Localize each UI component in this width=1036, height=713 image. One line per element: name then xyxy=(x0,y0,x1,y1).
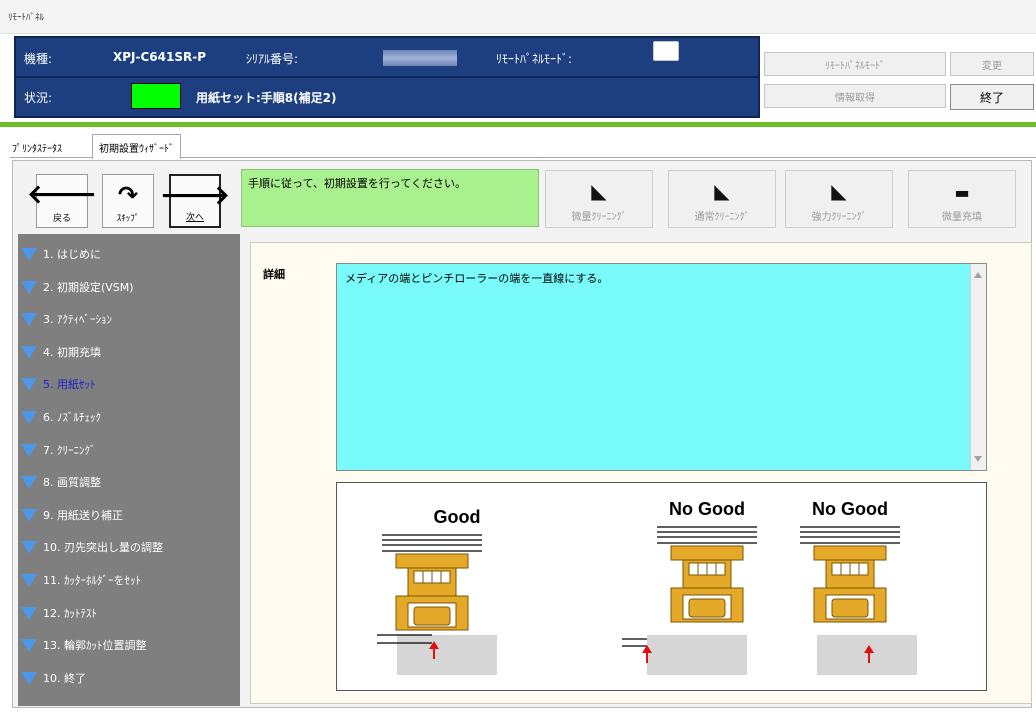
detail-scrollbar[interactable] xyxy=(970,264,986,470)
wizard-step-item[interactable]: 10. 終了 xyxy=(18,664,240,694)
wizard-step-label: 3. ｱｸﾃｨﾍﾞｰｼｮﾝ xyxy=(43,313,112,327)
arrow-left-icon: 🡐 xyxy=(27,180,97,210)
wizard-step-label: 5. 用紙ｾｯﾄ xyxy=(43,378,96,392)
micro-fill-button[interactable]: ▬ 微量充填 xyxy=(908,170,1016,228)
cleaning-wiper-icon: ◣ xyxy=(591,179,607,203)
status-label: 状況: xyxy=(24,91,53,105)
no-good-label-2: No Good xyxy=(812,499,888,519)
remote-panel-mode-button[interactable]: ﾘﾓｰﾄﾊﾟﾈﾙﾓｰﾄﾞ xyxy=(764,52,946,76)
micro-fill-label: 微量充填 xyxy=(942,212,982,223)
arrow-right-icon: 🡒 xyxy=(160,181,230,211)
skip-button-label: ｽｷｯﾌﾟ xyxy=(116,214,140,224)
wizard-step-item[interactable]: 4. 初期充填 xyxy=(18,338,240,368)
wizard-step-item[interactable]: 6. ﾉｽﾞﾙﾁｪｯｸ xyxy=(18,403,240,433)
wizard-step-label: 10. 刃先突出し量の調整 xyxy=(43,541,163,555)
no-good-label-1: No Good xyxy=(669,499,745,519)
wizard-step-item[interactable]: 13. 輪郭ｶｯﾄ位置調整 xyxy=(18,631,240,661)
cleaning-wiper-icon: ◣ xyxy=(831,179,847,203)
instruction-message: 手順に従って、初期設置を行ってください。 xyxy=(241,169,539,227)
model-value: XPJ-C641SR-P xyxy=(113,50,207,64)
cleaning-wiper-icon: ◣ xyxy=(714,179,730,203)
detail-text: メディアの端とピンチローラーの端を一直線にする。 xyxy=(345,272,609,285)
printer-info-panel: 機種: XPJ-C641SR-P ｼﾘｱﾙ番号: ﾘﾓｰﾄﾊﾟﾈﾙﾓｰﾄﾞ: 状… xyxy=(14,36,760,118)
triangle-down-icon xyxy=(21,411,37,424)
triangle-down-icon xyxy=(21,508,37,522)
detail-textbox[interactable]: メディアの端とピンチローラーの端を一直線にする。 xyxy=(336,263,987,471)
wizard-step-label: 12. ｶｯﾄﾃｽﾄ xyxy=(43,606,97,620)
skip-button[interactable]: ↷ ｽｷｯﾌﾟ xyxy=(102,174,154,228)
exit-button[interactable]: 終了 xyxy=(950,84,1034,110)
get-info-button[interactable]: 情報取得 xyxy=(764,84,946,108)
tab-setup-wizard[interactable]: 初期設置ｳｨｻﾞｰﾄﾞ xyxy=(92,134,181,159)
micro-cleaning-button[interactable]: ◣ 微量ｸﾘｰﾆﾝｸﾞ xyxy=(545,170,653,228)
wizard-step-item[interactable]: 7. ｸﾘｰﾆﾝｸﾞ xyxy=(18,436,240,466)
triangle-down-icon xyxy=(21,345,37,359)
window-title: ﾘﾓｰﾄﾊﾟﾈﾙ xyxy=(8,13,45,23)
wizard-step-list: 1. はじめに 2. 初期設定(VSM) 3. ｱｸﾃｨﾍﾞｰｼｮﾝ 4. 初期充填 5… xyxy=(18,234,240,706)
triangle-down-icon xyxy=(21,671,37,685)
wizard-step-label: 11. ｶｯﾀｰﾎﾙﾀﾞｰをｾｯﾄ xyxy=(43,574,141,587)
redo-arrow-icon: ↷ xyxy=(117,181,139,209)
wizard-step-label: 13. 輪郭ｶｯﾄ位置調整 xyxy=(43,639,147,653)
serial-label: ｼﾘｱﾙ番号: xyxy=(246,52,299,66)
wizard-step-label: 9. 用紙送り補正 xyxy=(43,508,123,522)
triangle-down-icon xyxy=(21,378,37,392)
ink-fill-icon: ▬ xyxy=(954,183,970,202)
triangle-down-icon xyxy=(21,606,37,620)
next-button[interactable]: 🡒 次へ xyxy=(160,174,230,228)
scroll-down-icon[interactable] xyxy=(974,456,982,462)
back-button-label: 戻る xyxy=(52,214,71,224)
wizard-step-label: 6. ﾉｽﾞﾙﾁｪｯｸ xyxy=(43,411,101,424)
model-label: 機種: xyxy=(24,52,53,66)
wizard-step-item[interactable]: 2. 初期設定(VSM) xyxy=(18,273,240,303)
scroll-up-icon[interactable] xyxy=(974,272,982,278)
wizard-step-item[interactable]: 9. 用紙送り補正 xyxy=(18,501,240,531)
wizard-step-item[interactable]: 10. 刃先突出し量の調整 xyxy=(18,533,240,563)
micro-cleaning-label: 微量ｸﾘｰﾆﾝｸﾞ xyxy=(571,212,627,223)
wizard-step-label: 8. 画質調整 xyxy=(43,476,101,490)
header-divider xyxy=(0,122,1036,127)
triangle-down-icon xyxy=(21,574,37,587)
wizard-step-label: 10. 終了 xyxy=(43,671,86,685)
good-label: Good xyxy=(434,507,481,527)
detail-label: 詳細 xyxy=(263,268,285,281)
strong-cleaning-button[interactable]: ◣ 強力ｸﾘｰﾆﾝｸﾞ xyxy=(785,170,893,228)
triangle-down-icon xyxy=(21,541,37,555)
triangle-down-icon xyxy=(21,280,37,294)
strong-cleaning-label: 強力ｸﾘｰﾆﾝｸﾞ xyxy=(811,212,867,223)
wizard-step-label: 4. 初期充填 xyxy=(43,345,101,359)
status-value: 用紙セット:手順8(補足2) xyxy=(196,91,337,105)
status-lamp xyxy=(131,83,181,109)
triangle-down-icon xyxy=(21,248,37,261)
normal-cleaning-button[interactable]: ◣ 通常ｸﾘｰﾆﾝｸﾞ xyxy=(668,170,776,228)
wizard-step-item[interactable]: 5. 用紙ｾｯﾄ xyxy=(18,370,240,400)
title-bar: ﾘﾓｰﾄﾊﾟﾈﾙ xyxy=(0,0,1036,34)
wizard-step-item[interactable]: 1. はじめに xyxy=(18,240,240,270)
remote-mode-label: ﾘﾓｰﾄﾊﾟﾈﾙﾓｰﾄﾞ: xyxy=(496,52,573,66)
pinch-roller-illustration: Good No Good No Good xyxy=(336,482,987,691)
wizard-step-label: 7. ｸﾘｰﾆﾝｸﾞ xyxy=(43,443,96,457)
wizard-step-item[interactable]: 3. ｱｸﾃｨﾍﾞｰｼｮﾝ xyxy=(18,305,240,335)
remote-mode-indicator xyxy=(653,41,679,61)
info-row-divider xyxy=(16,76,758,78)
wizard-step-item[interactable]: 12. ｶｯﾄﾃｽﾄ xyxy=(18,599,240,629)
triangle-down-icon xyxy=(21,313,37,327)
tab-printer-status[interactable]: ﾌﾟﾘﾝﾀｽﾃｰﾀｽ xyxy=(12,140,62,155)
triangle-down-icon xyxy=(21,443,37,457)
wizard-step-label: 2. 初期設定(VSM) xyxy=(43,280,134,294)
wizard-step-item[interactable]: 8. 画質調整 xyxy=(18,468,240,498)
triangle-down-icon xyxy=(21,639,37,653)
next-button-label: 次へ xyxy=(185,213,204,223)
back-button[interactable]: 🡐 戻る xyxy=(27,174,97,228)
tab-bar: ﾌﾟﾘﾝﾀｽﾃｰﾀｽ 初期設置ｳｨｻﾞｰﾄﾞ xyxy=(10,134,1036,159)
change-button[interactable]: 変更 xyxy=(950,52,1034,76)
triangle-down-icon xyxy=(21,476,37,490)
wizard-step-item[interactable]: 11. ｶｯﾀｰﾎﾙﾀﾞｰをｾｯﾄ xyxy=(18,566,240,596)
wizard-step-label: 1. はじめに xyxy=(43,248,101,261)
normal-cleaning-label: 通常ｸﾘｰﾆﾝｸﾞ xyxy=(694,212,750,223)
serial-value-redacted xyxy=(383,50,457,66)
